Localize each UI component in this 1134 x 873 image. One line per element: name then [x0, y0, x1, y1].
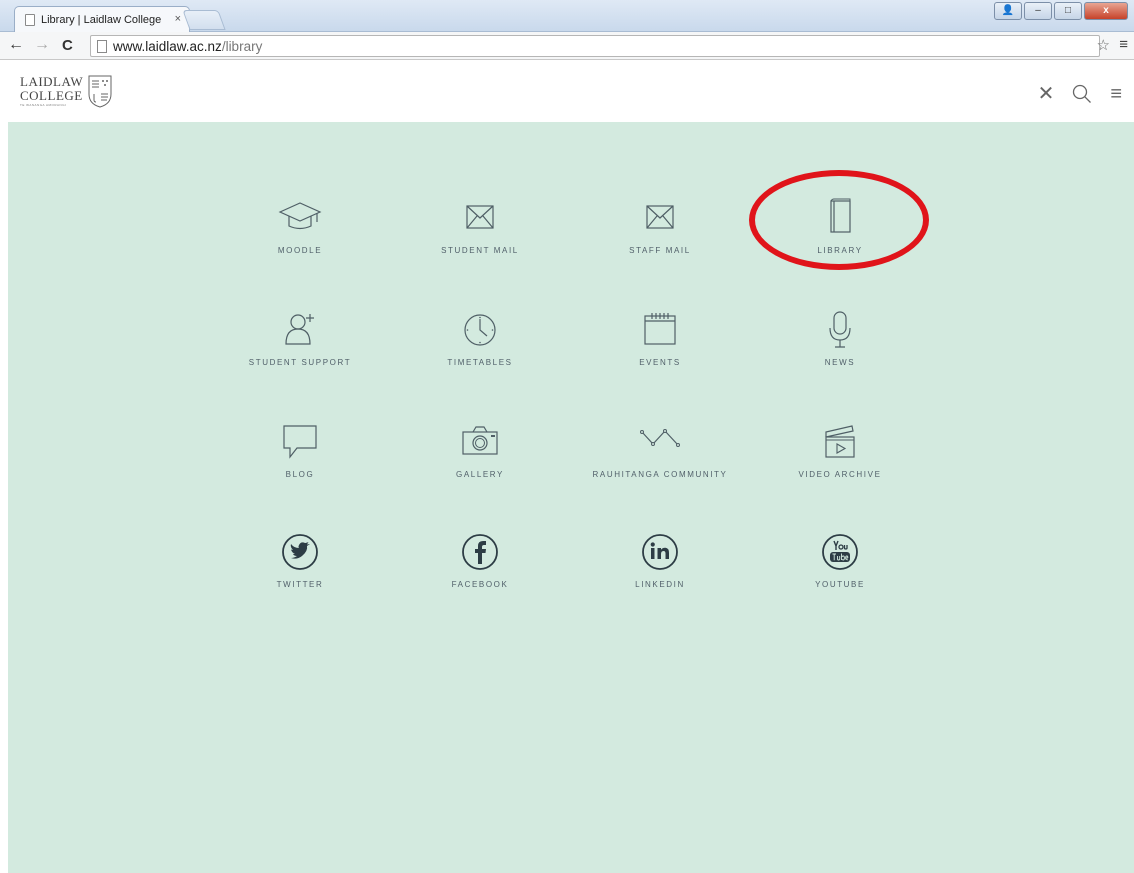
address-bar[interactable]: www.laidlaw.ac.nz/library	[90, 35, 1100, 57]
window-controls: 👤 – □ x	[994, 2, 1128, 20]
window-close-button[interactable]: x	[1084, 2, 1128, 20]
tile-gallery[interactable]: GALLERY	[400, 422, 560, 479]
facebook-icon	[462, 534, 498, 570]
tile-label: TIMETABLES	[447, 358, 513, 367]
tile-label: BLOG	[285, 470, 315, 479]
twitter-icon	[282, 534, 318, 570]
envelope-icon	[646, 205, 674, 229]
tile-timetables[interactable]: TIMETABLES	[400, 310, 560, 367]
library-highlight-circle	[749, 170, 929, 270]
tile-facebook[interactable]: FACEBOOK	[400, 532, 560, 589]
tile-blog[interactable]: BLOG	[220, 422, 380, 479]
tile-label: GALLERY	[456, 470, 504, 479]
tile-label: VIDEO ARCHIVE	[798, 470, 882, 479]
linkedin-icon	[642, 534, 678, 570]
tile-video-archive[interactable]: VIDEO ARCHIVE	[760, 422, 920, 479]
tile-label: TWITTER	[276, 580, 324, 589]
reload-button[interactable]: C	[62, 37, 73, 54]
laidlaw-logo[interactable]: LAIDLAW COLLEGE TE WANANGA AMORANGI	[20, 74, 113, 108]
tile-label: STAFF MAIL	[629, 246, 691, 255]
add-person-icon	[285, 314, 314, 345]
browser-tab[interactable]: Library | Laidlaw College ×	[14, 6, 190, 33]
tile-youtube[interactable]: YOUTUBE	[760, 532, 920, 589]
minimize-button[interactable]: –	[1024, 2, 1052, 20]
maximize-button[interactable]: □	[1054, 2, 1082, 20]
shield-logo-icon	[88, 75, 112, 108]
tab-close-icon[interactable]: ×	[175, 13, 181, 25]
browser-menu-icon[interactable]: ≡	[1119, 36, 1128, 53]
tile-label: STUDENT SUPPORT	[248, 358, 352, 367]
tile-staff-mail[interactable]: STAFF MAIL	[580, 198, 740, 255]
tile-label: MOODLE	[277, 246, 323, 255]
new-tab-button[interactable]	[182, 10, 226, 30]
page-icon	[25, 14, 35, 26]
clock-icon	[464, 314, 496, 346]
envelope-icon	[466, 205, 494, 229]
browser-title-bar: Library | Laidlaw College × 👤 – □ x	[0, 0, 1134, 33]
camera-icon	[462, 426, 498, 455]
clapperboard-icon	[825, 425, 855, 458]
account-icon[interactable]: 👤	[994, 2, 1022, 20]
tile-news[interactable]: NEWS	[760, 310, 920, 367]
url-host: www.laidlaw.ac.nz	[113, 38, 222, 54]
tile-label: FACEBOOK	[451, 580, 509, 589]
tile-twitter[interactable]: TWITTER	[220, 532, 380, 589]
logo-line-2: COLLEGE	[20, 88, 83, 103]
tile-label: NEWS	[824, 358, 856, 367]
tile-label: STUDENT MAIL	[441, 246, 519, 255]
header-icons: ✕ ≡	[1038, 84, 1122, 108]
youtube-icon	[822, 534, 858, 570]
tile-linkedin[interactable]: LINKEDIN	[580, 532, 740, 589]
hamburger-menu-icon[interactable]: ≡	[1110, 84, 1122, 108]
zigzag-network-icon	[640, 429, 680, 447]
back-button[interactable]: ←	[8, 36, 24, 54]
page-icon	[97, 39, 107, 53]
tile-label: EVENTS	[639, 358, 681, 367]
calendar-icon	[644, 313, 676, 345]
search-icon[interactable]	[1072, 84, 1092, 108]
logo-tagline: TE WANANGA AMORANGI	[20, 103, 67, 107]
tile-events[interactable]: EVENTS	[580, 310, 740, 367]
close-icon[interactable]: ✕	[1038, 84, 1055, 108]
microphone-icon	[829, 311, 851, 348]
tile-moodle[interactable]: MOODLE	[220, 198, 380, 255]
tile-label: YOUTUBE	[815, 580, 865, 589]
tile-rauhitanga-community[interactable]: RAUHITANGA COMMUNITY	[580, 422, 740, 479]
forward-button[interactable]: →	[34, 36, 50, 54]
tab-title: Library | Laidlaw College	[41, 14, 162, 26]
tile-student-support[interactable]: STUDENT SUPPORT	[220, 310, 380, 367]
site-header: LAIDLAW COLLEGE TE WANANGA AMORANGI ✕ ≡	[8, 60, 1134, 122]
url-path: /library	[221, 38, 263, 54]
graduation-cap-icon	[278, 202, 322, 230]
tile-student-mail[interactable]: STUDENT MAIL	[400, 198, 560, 255]
tile-label: RAUHITANGA COMMUNITY	[592, 470, 728, 479]
quick-links-panel: MOODLE STUDENT MAIL STAFF MAIL LIBRARY S…	[8, 122, 1134, 873]
bookmark-star-icon[interactable]: ☆	[1097, 36, 1110, 54]
browser-toolbar: ← → C www.laidlaw.ac.nz/library ☆ ≡	[0, 32, 1134, 60]
tile-label: LINKEDIN	[635, 580, 685, 589]
logo-line-1: LAIDLAW	[20, 74, 84, 89]
speech-bubble-icon	[283, 425, 317, 459]
